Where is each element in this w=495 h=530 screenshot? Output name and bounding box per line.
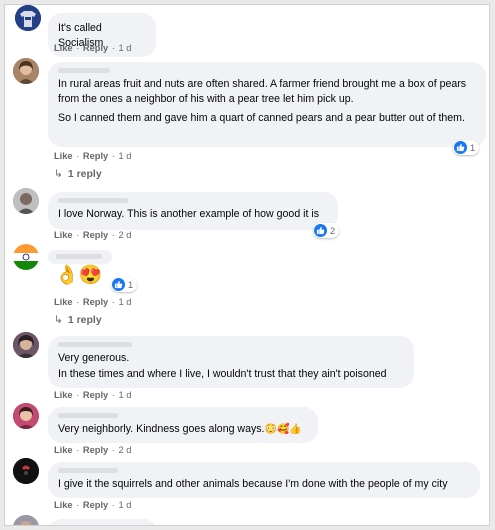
comment-bubble: Very neighborly. Kindness goes along way… [48, 407, 318, 443]
comment-actions: Like · Reply · 1 d [54, 390, 132, 400]
comment-text: Very neighborly. Kindness goes along way… [58, 423, 265, 435]
author-name-placeholder[interactable] [58, 413, 118, 418]
author-name-placeholder[interactable] [58, 342, 132, 347]
comment-bubble: I give it the squirrels and other animal… [48, 462, 480, 498]
author-name-placeholder[interactable] [58, 468, 118, 473]
like-button[interactable]: Like [54, 500, 73, 510]
reaction-count[interactable]: 1 [453, 140, 480, 155]
comment-timestamp[interactable]: 1 d [118, 43, 131, 53]
avatar[interactable] [15, 5, 41, 31]
reply-button[interactable]: Reply [83, 297, 108, 307]
reaction-count[interactable]: 1 [111, 277, 138, 292]
thumbs-up-icon [314, 224, 327, 237]
comment-emojis: 😳🥰👍 [264, 424, 302, 435]
reaction-count-text: 1 [128, 279, 134, 290]
comment-text: In rural areas fruit and nuts are often … [58, 78, 467, 105]
like-button[interactable]: Like [54, 297, 73, 307]
comment-text: In these times and where I live, I would… [58, 367, 387, 380]
comment-text: Very generous. [58, 352, 130, 364]
thumbs-up-icon [454, 141, 467, 154]
like-button[interactable]: Like [54, 43, 73, 53]
comment-timestamp[interactable]: 1 d [118, 390, 131, 400]
author-name-bubble [48, 250, 112, 264]
avatar[interactable] [13, 244, 39, 270]
avatar[interactable] [13, 188, 39, 214]
like-button[interactable]: Like [54, 390, 73, 400]
reaction-count-text: 2 [330, 225, 336, 236]
author-name-placeholder[interactable] [56, 254, 102, 259]
author-name-placeholder[interactable] [58, 525, 128, 526]
like-button[interactable]: Like [54, 230, 73, 240]
comment-text: So I canned them and gave him a quart of… [58, 112, 465, 124]
comment-text-line: Very neighborly. Kindness goes along way… [58, 422, 308, 438]
view-replies-link[interactable]: ↳ 1 reply [54, 168, 102, 180]
comment-text: I love Norway. This is another example o… [58, 208, 320, 220]
author-name-placeholder[interactable] [58, 68, 110, 73]
comment-timestamp[interactable]: 2 d [118, 445, 131, 455]
reply-arrow-icon: ↳ [54, 168, 63, 180]
view-replies-link[interactable]: ↳ 1 reply [54, 314, 102, 326]
comment-timestamp[interactable]: 1 d [118, 151, 131, 161]
comment-actions: Like · Reply · 1 d [54, 43, 132, 53]
avatar[interactable] [13, 515, 39, 525]
reply-button[interactable]: Reply [83, 43, 108, 53]
comment-actions: Like · Reply · 1 d [54, 151, 132, 161]
reply-button[interactable]: Reply [83, 151, 108, 161]
emoji-comment: 👌😍 [55, 265, 103, 286]
comment-actions: Like · Reply · 2 d [54, 230, 132, 240]
comment-timestamp[interactable]: 1 d [118, 297, 131, 307]
comment-timestamp[interactable]: 1 d [118, 500, 131, 510]
comment-actions: Like · Reply · 1 d [54, 500, 132, 510]
replies-count: 1 reply [67, 314, 102, 326]
avatar[interactable] [13, 403, 39, 429]
replies-count: 1 reply [67, 168, 102, 180]
avatar[interactable] [13, 458, 39, 484]
comment-actions: Like · Reply · 1 d [54, 297, 132, 307]
comment-text: I give it the squirrels and other animal… [58, 478, 448, 490]
like-button[interactable]: Like [54, 151, 73, 161]
comment-bubble: I love Norway. This is another example o… [48, 192, 338, 230]
reply-arrow-icon: ↳ [54, 314, 63, 326]
author-name-placeholder[interactable] [58, 198, 128, 203]
comment-bubble: Very generous. In these times and where … [48, 336, 414, 388]
comment-timestamp[interactable]: 2 d [118, 230, 131, 240]
reaction-count[interactable]: 2 [313, 223, 340, 238]
reply-button[interactable]: Reply [83, 500, 108, 510]
reply-button[interactable]: Reply [83, 445, 108, 455]
thumbs-up-icon [112, 278, 125, 291]
avatar[interactable] [13, 332, 39, 358]
avatar[interactable] [13, 58, 39, 84]
comment-actions: Like · Reply · 2 d [54, 445, 132, 455]
comments-panel: It's called Socialism Like · Reply · 1 d… [4, 4, 490, 526]
reaction-count-text: 1 [470, 142, 476, 153]
reply-button[interactable]: Reply [83, 230, 108, 240]
reply-button[interactable]: Reply [83, 390, 108, 400]
comment-bubble [48, 519, 158, 526]
like-button[interactable]: Like [54, 445, 73, 455]
comment-bubble: In rural areas fruit and nuts are often … [48, 62, 486, 147]
